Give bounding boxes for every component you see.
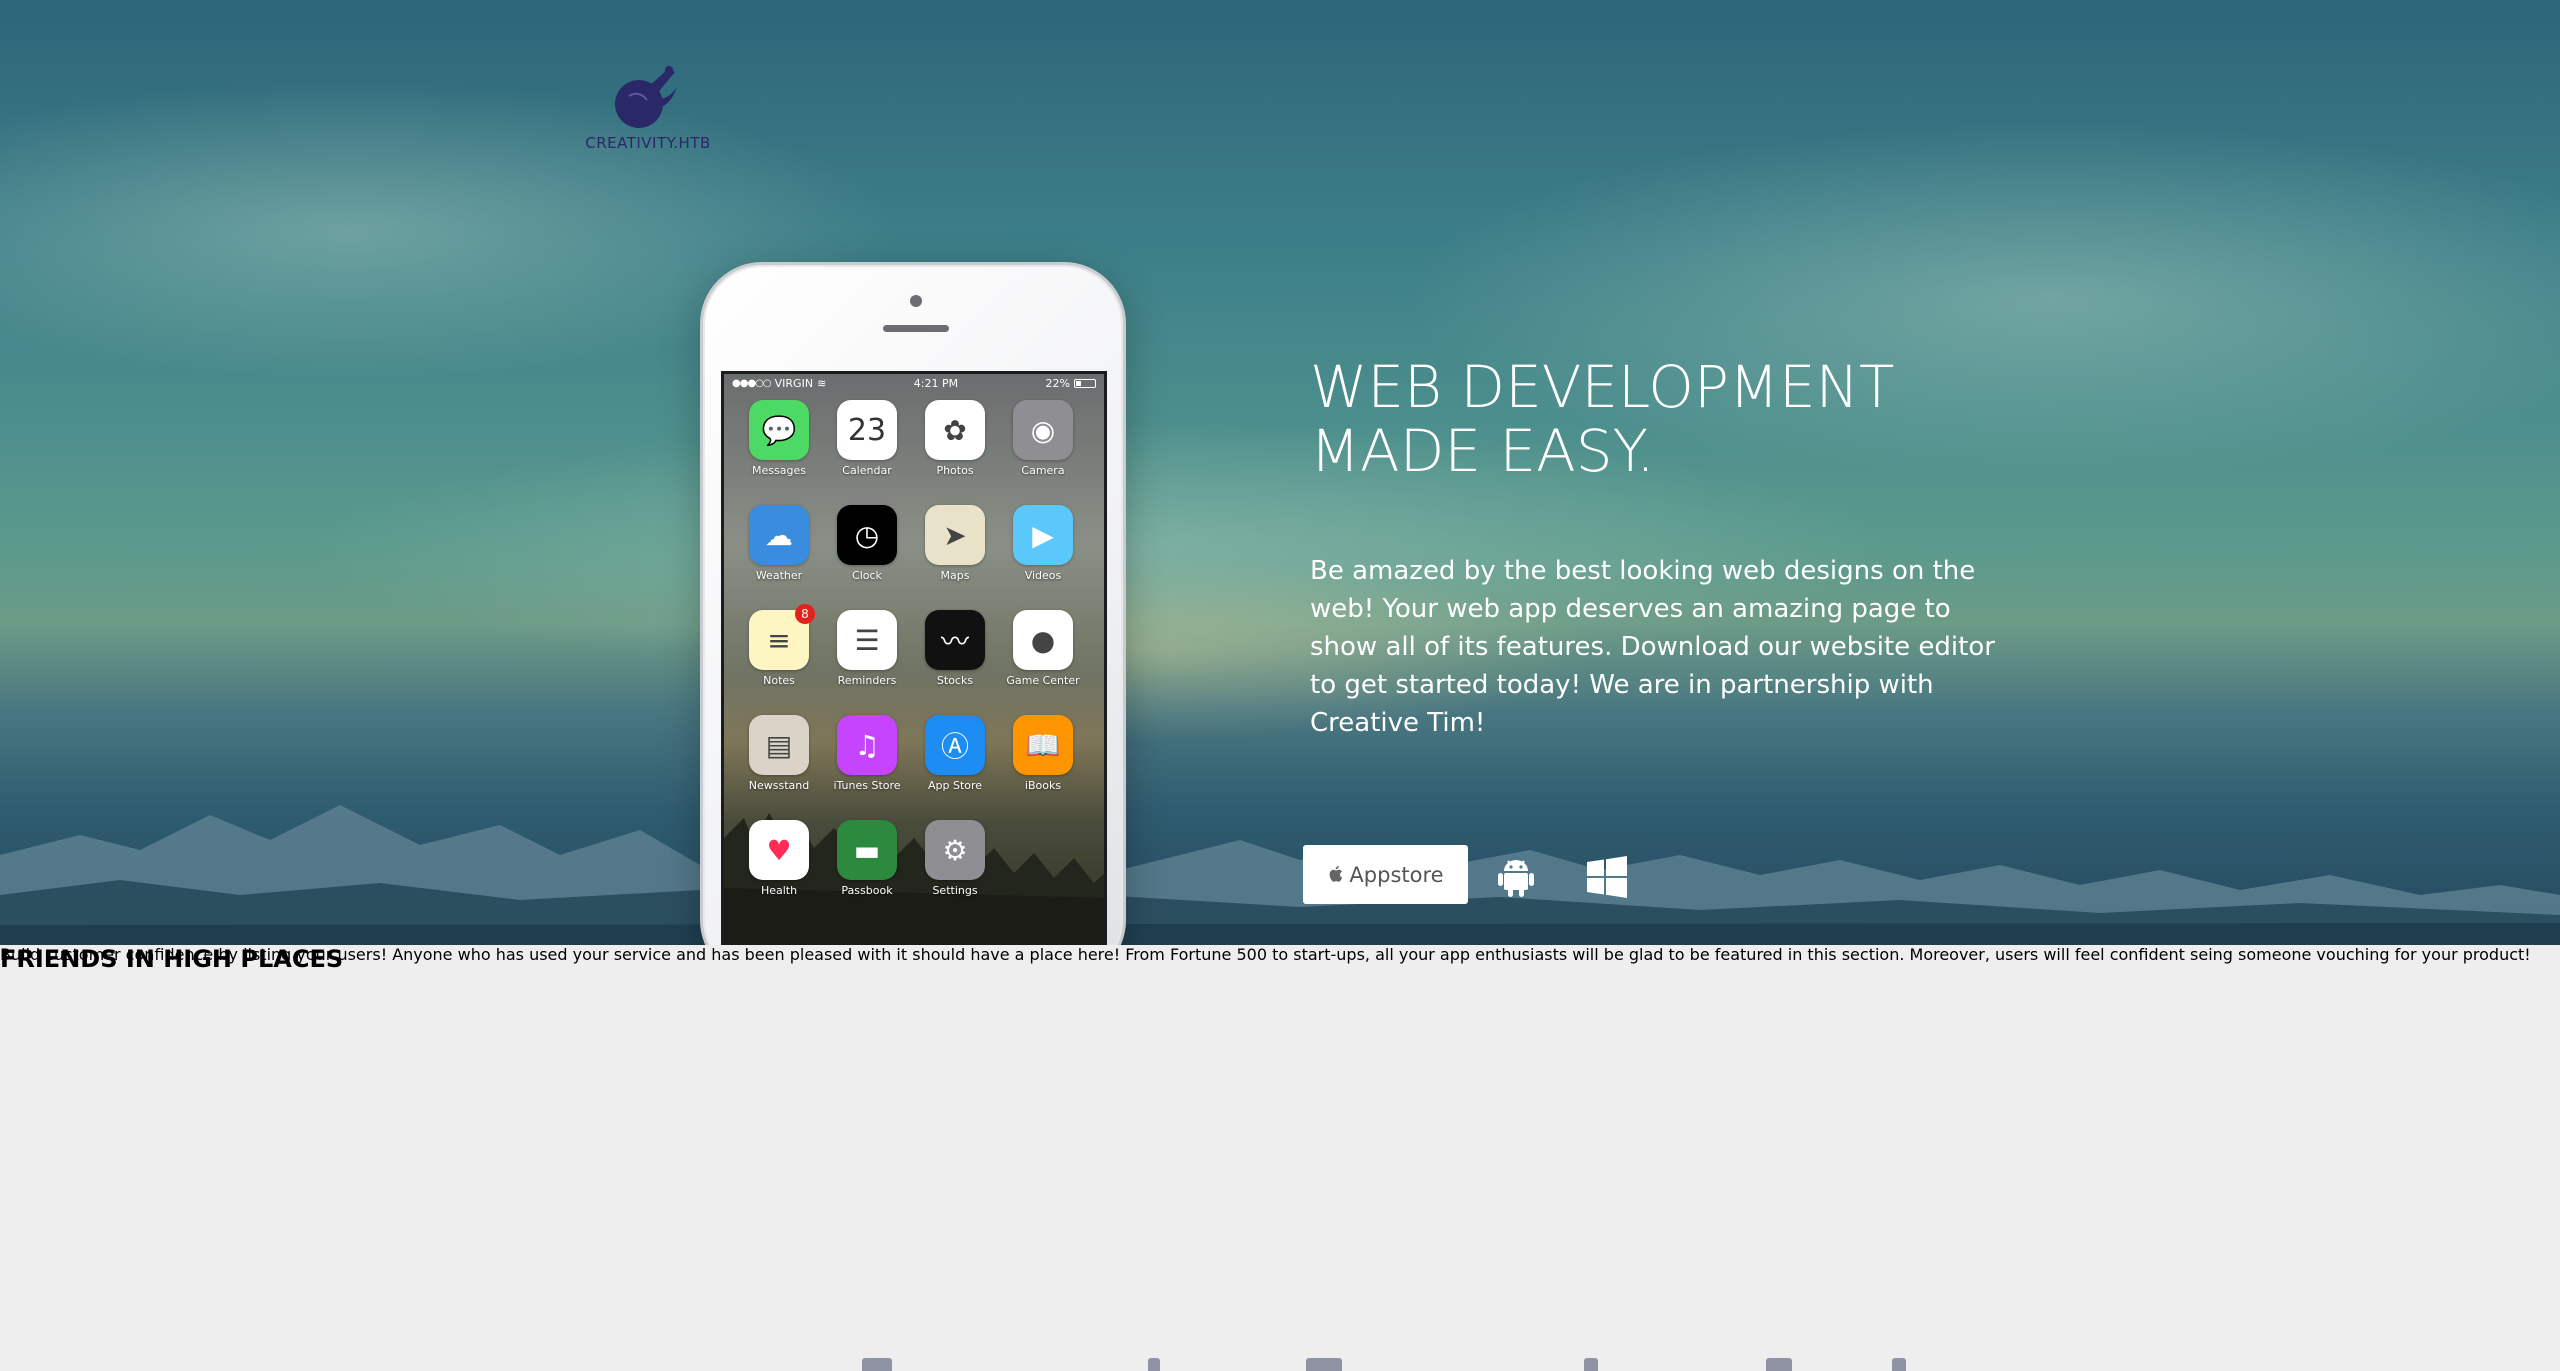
- app-settings[interactable]: ⚙ Settings: [924, 820, 986, 897]
- app-label: Photos: [936, 464, 974, 477]
- health-icon: ♥: [749, 820, 809, 880]
- headline-line-1: WEB DEVELOPMENT: [1310, 353, 1895, 421]
- phone-status-bar: ●●●○○ VIRGIN ≋ 4:21 PM 22%: [724, 374, 1104, 392]
- photos-icon: ✿: [925, 400, 985, 460]
- settings-icon: ⚙: [925, 820, 985, 880]
- weather-icon: ☁: [749, 505, 809, 565]
- ibooks-icon: 📖: [1013, 715, 1073, 775]
- app-label: Reminders: [837, 674, 897, 687]
- app-label: Messages: [752, 464, 806, 477]
- phone-camera: [910, 295, 922, 307]
- newsstand-icon: ▤: [749, 715, 809, 775]
- partner-logo: [1584, 1358, 1598, 1371]
- calendar-date: 23: [847, 412, 887, 448]
- testimonials-section: [0, 945, 2560, 1371]
- partner-logo: [1766, 1358, 1792, 1371]
- phone-mockup: ●●●○○ VIRGIN ≋ 4:21 PM 22% 💬 Messages 23 Ca…: [700, 262, 1126, 945]
- app-stocks[interactable]: 〰 Stocks: [924, 610, 986, 687]
- battery-icon: [1074, 378, 1096, 388]
- windows-icon[interactable]: [1585, 855, 1629, 899]
- app-label: App Store: [927, 779, 983, 792]
- partner-logo: [1892, 1358, 1906, 1371]
- app-label: Newsstand: [748, 779, 810, 792]
- app-weather[interactable]: ☁ Weather: [748, 505, 810, 582]
- app-notes[interactable]: ≡ 8 Notes: [748, 604, 815, 687]
- maps-icon: ➤: [925, 505, 985, 565]
- stocks-icon: 〰: [925, 610, 985, 670]
- app-messages[interactable]: 💬 Messages: [748, 400, 810, 477]
- section-description: Build customer confidence by listing you…: [0, 945, 2531, 964]
- app-label: Settings: [932, 884, 978, 897]
- app-videos[interactable]: ▶ Videos: [1012, 505, 1074, 582]
- app-itunes-store[interactable]: ♫ iTunes Store: [833, 715, 901, 792]
- app-label: Notes: [763, 674, 795, 687]
- app-label: Clock: [852, 569, 882, 582]
- videos-icon: ▶: [1013, 505, 1073, 565]
- app-label: Maps: [940, 569, 970, 582]
- app-reminders[interactable]: ☰ Reminders: [836, 610, 898, 687]
- appstore-button[interactable]: Appstore: [1303, 845, 1468, 904]
- app-label: Stocks: [936, 674, 974, 687]
- app-label: iBooks: [1024, 779, 1062, 792]
- clock-icon: ◷: [837, 505, 897, 565]
- messages-icon: 💬: [749, 400, 809, 460]
- itunes-icon: ♫: [837, 715, 897, 775]
- notes-icon: ≡ 8: [749, 604, 815, 670]
- app-label: Health: [760, 884, 798, 897]
- app-ibooks[interactable]: 📖 iBooks: [1012, 715, 1074, 792]
- app-label: Weather: [755, 569, 803, 582]
- app-label: Videos: [1024, 569, 1062, 582]
- signal-icon: ●●●○○: [732, 377, 772, 389]
- phone-speaker: [883, 325, 949, 332]
- app-game-center[interactable]: ● Game Center: [1006, 610, 1080, 687]
- reminders-icon: ☰: [837, 610, 897, 670]
- app-maps[interactable]: ➤ Maps: [924, 505, 986, 582]
- camera-icon: ◉: [1013, 400, 1073, 460]
- headline-line-2: MADE EASY.: [1310, 417, 1655, 485]
- partner-logo: [862, 1358, 892, 1371]
- app-label: iTunes Store: [833, 779, 901, 792]
- android-icon[interactable]: [1494, 855, 1538, 899]
- phone-screen: ●●●○○ VIRGIN ≋ 4:21 PM 22% 💬 Messages 23 Ca…: [721, 371, 1107, 945]
- logo-mark-icon: [615, 66, 677, 128]
- app-passbook[interactable]: ▬ Passbook: [836, 820, 898, 897]
- hero-section: CREATIVITY.HTB ●●●○○ VIRGIN ≋ 4:21 PM 22…: [0, 0, 2560, 945]
- wifi-icon: ≋: [817, 376, 827, 390]
- notification-badge: 8: [795, 604, 815, 624]
- app-camera[interactable]: ◉ Camera: [1012, 400, 1074, 477]
- app-newsstand[interactable]: ▤ Newsstand: [748, 715, 810, 792]
- app-app-store[interactable]: Ⓐ App Store: [924, 715, 986, 792]
- app-clock[interactable]: ◷ Clock: [836, 505, 898, 582]
- app-photos[interactable]: ✿ Photos: [924, 400, 986, 477]
- app-label: Passbook: [841, 884, 893, 897]
- brand-logo[interactable]: CREATIVITY.HTB: [583, 60, 713, 160]
- carrier-label: VIRGIN: [774, 376, 814, 390]
- app-health[interactable]: ♥ Health: [748, 820, 810, 897]
- calendar-icon: 23: [837, 400, 897, 460]
- app-label: Game Center: [1006, 674, 1080, 687]
- hero-description: Be amazed by the best looking web design…: [1310, 556, 1995, 738]
- partner-logo: [1306, 1358, 1342, 1371]
- appstore-button-label: Appstore: [1349, 862, 1444, 887]
- app-label: Camera: [1021, 464, 1065, 477]
- hero-headline: WEB DEVELOPMENT MADE EASY.: [1310, 355, 2010, 483]
- battery-percent: 22%: [1045, 376, 1070, 390]
- app-store-icon: Ⓐ: [925, 715, 985, 775]
- passbook-icon: ▬: [837, 820, 897, 880]
- logo-text: CREATIVITY.HTB: [585, 134, 711, 152]
- partner-logo: [1148, 1358, 1160, 1371]
- status-time: 4:21 PM: [913, 376, 959, 390]
- game-center-icon: ●: [1013, 610, 1073, 670]
- app-grid: 💬 Messages 23 Calendar ✿ Photos ◉ Camera ☁ Weathe…: [748, 400, 1086, 897]
- app-calendar[interactable]: 23 Calendar: [836, 400, 898, 477]
- app-label: Calendar: [842, 464, 892, 477]
- apple-icon: [1330, 866, 1343, 882]
- mountain-range: [0, 805, 2560, 945]
